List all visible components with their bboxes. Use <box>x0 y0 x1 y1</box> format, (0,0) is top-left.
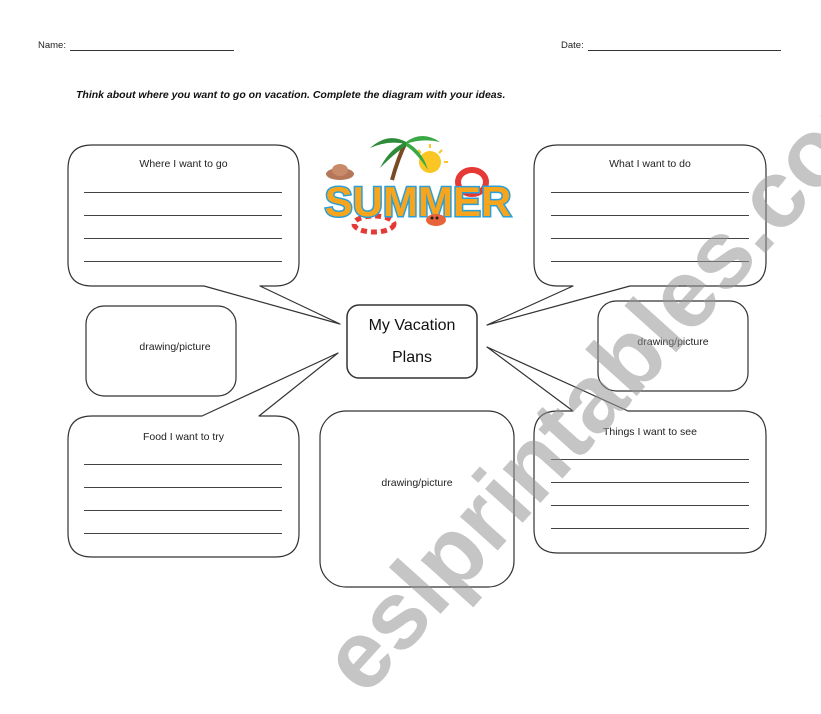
see-write-line[interactable] <box>551 459 749 460</box>
food-write-line[interactable] <box>84 510 282 511</box>
what-title: What I want to do <box>609 158 691 170</box>
what-write-line[interactable] <box>551 192 749 193</box>
what-write-line[interactable] <box>551 215 749 216</box>
see-title: Things I want to see <box>603 426 697 438</box>
food-write-line[interactable] <box>84 464 282 465</box>
drawing-bottom-area[interactable] <box>320 411 514 587</box>
drawing-left-area[interactable] <box>86 306 236 396</box>
food-write-line[interactable] <box>84 533 282 534</box>
where-title: Where I want to go <box>139 158 228 170</box>
summer-logo: SUMMER <box>318 128 518 244</box>
summer-text: SUMMER <box>325 178 512 225</box>
where-write-line[interactable] <box>84 215 282 216</box>
food-write-line[interactable] <box>84 487 282 488</box>
food-title: Food I want to try <box>142 431 225 443</box>
see-write-line[interactable] <box>551 505 749 506</box>
center-title-line1: My Vacation <box>368 317 456 334</box>
what-write-line[interactable] <box>551 238 749 239</box>
see-write-line[interactable] <box>551 482 749 483</box>
center-title: My Vacation Plans <box>347 310 477 374</box>
where-write-line[interactable] <box>84 192 282 193</box>
where-write-line[interactable] <box>84 261 282 262</box>
what-write-line[interactable] <box>551 261 749 262</box>
where-write-line[interactable] <box>84 238 282 239</box>
see-write-line[interactable] <box>551 528 749 529</box>
drawing-right-area[interactable] <box>598 301 748 391</box>
center-title-line2: Plans <box>391 349 433 366</box>
hermit-crab-icon <box>426 214 446 226</box>
bubble-what-outline <box>486 144 767 326</box>
bubble-where-outline <box>67 144 341 325</box>
